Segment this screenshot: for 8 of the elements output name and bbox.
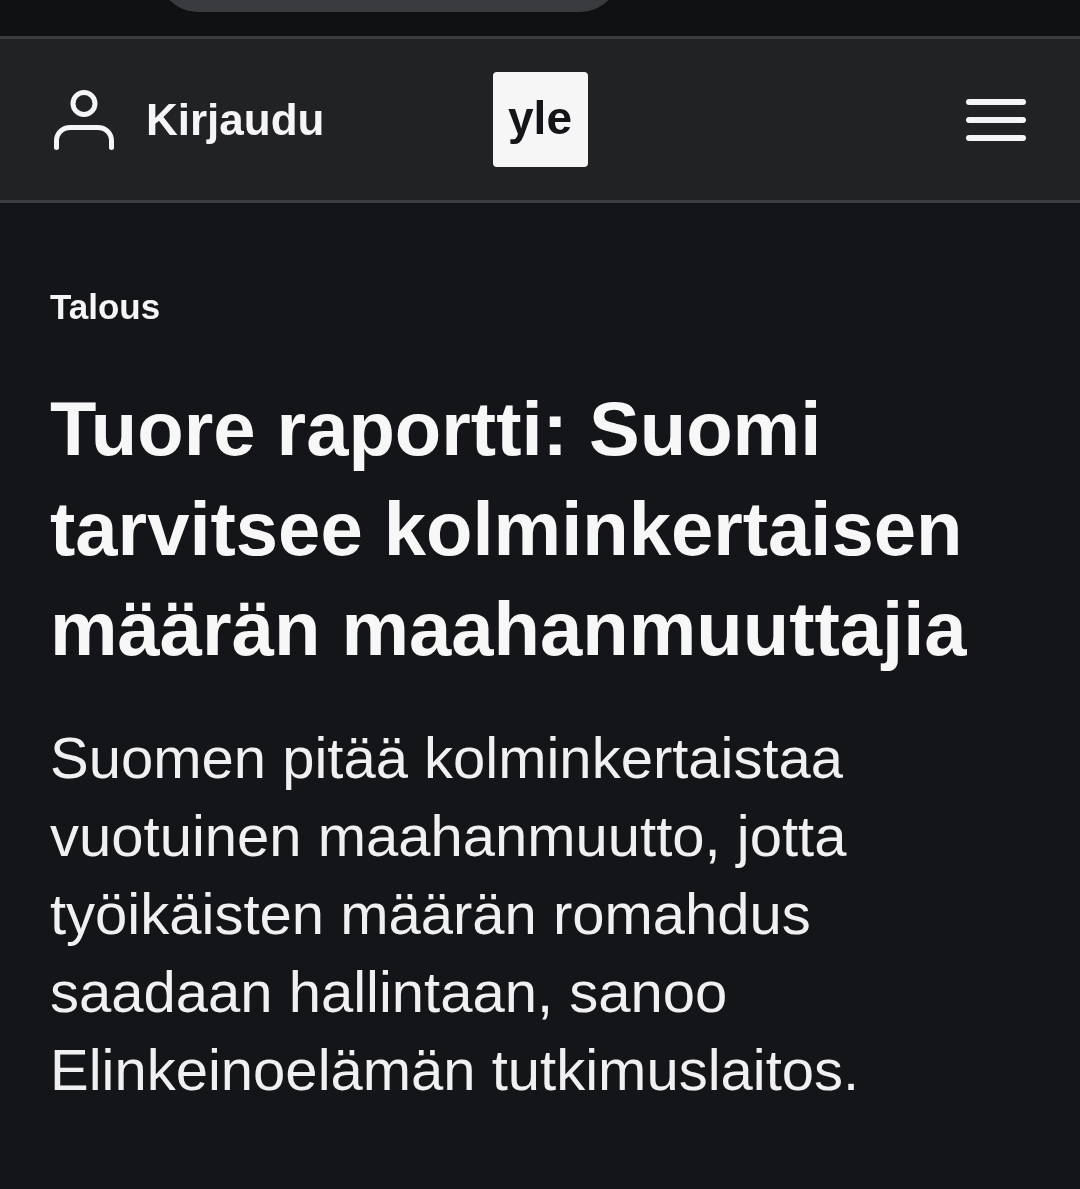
logo[interactable]: yle	[492, 72, 588, 167]
lead-paragraph: Suomen pitää kolminkertaistaa vuotuinen maahanmuutto, jotta työikäisten määrän romahdus saadaan hallintaan, sanoo Elinkeinoelämän tutkimuslaitos.	[50, 724, 861, 1104]
user-icon	[54, 89, 114, 150]
headline: Tuore raportti: Suomi tarvitsee kolminkertaisen määrän maahanmuuttajia	[50, 385, 968, 673]
menu-button[interactable]	[966, 97, 1026, 142]
category-label: Talous	[50, 287, 161, 327]
menu-icon	[966, 97, 1026, 142]
login-button[interactable]: Kirjaudu	[54, 89, 325, 150]
